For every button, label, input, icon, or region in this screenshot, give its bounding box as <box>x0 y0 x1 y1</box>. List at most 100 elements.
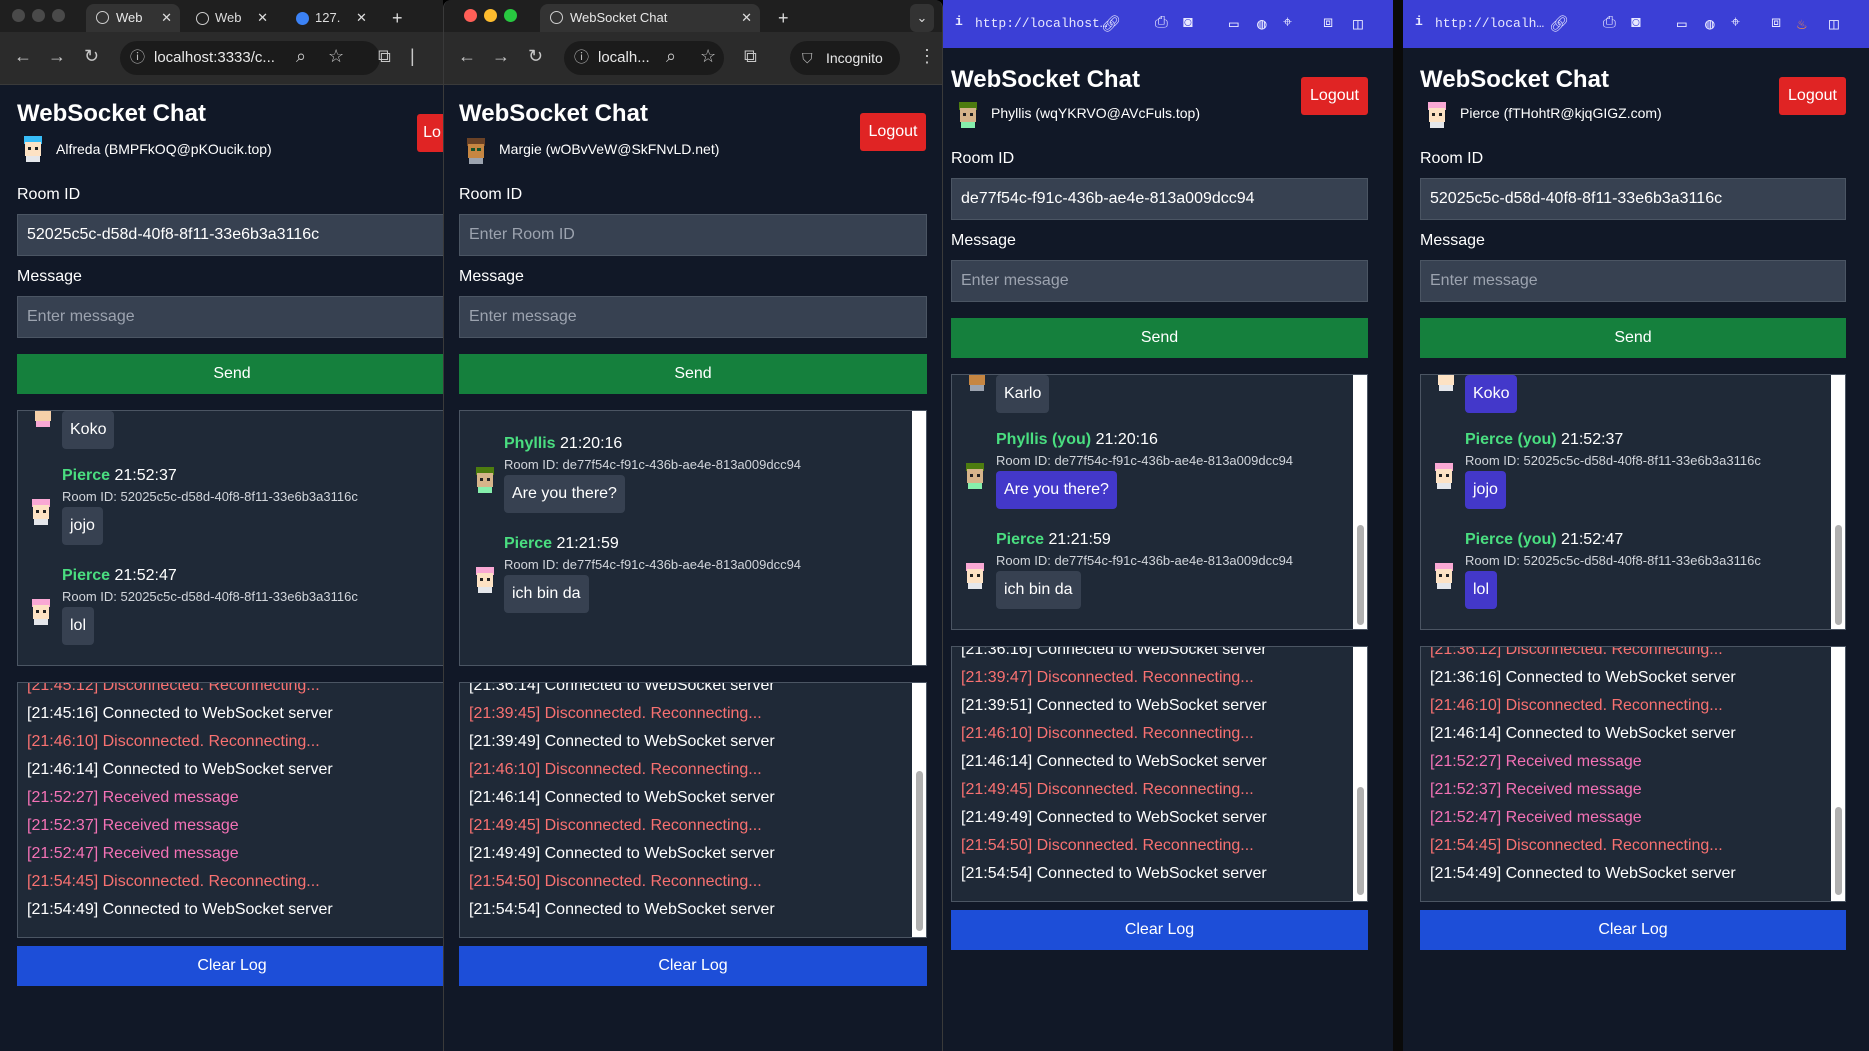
log-entry: [21:39:47] Disconnected. Reconnecting... <box>961 669 1254 686</box>
tab-localhost[interactable]: 127. ✕ <box>296 4 367 32</box>
messages-panel[interactable]: Koko Pierce 21:52:37 Room ID: 52025c5c-d… <box>17 410 443 666</box>
extension-icon[interactable]: ⧈ <box>1771 14 1781 32</box>
flame-icon[interactable]: ♨ <box>1797 14 1807 34</box>
scrollbar-thumb[interactable] <box>1357 787 1364 895</box>
zoom-icon[interactable]: ⌕ <box>666 46 676 67</box>
scrollbar[interactable] <box>912 411 926 665</box>
globe-icon[interactable]: ◍ <box>1257 14 1267 34</box>
room-id-input[interactable]: 52025c5c-d58d-40f8-8f11-33e6b3a3116c <box>17 214 443 256</box>
window-close-dot[interactable] <box>464 9 477 22</box>
download-icon[interactable]: ⎙ <box>1155 14 1168 32</box>
log-panel[interactable]: [21:45:12] Disconnected. Reconnecting...… <box>17 682 443 938</box>
camera-icon[interactable]: ◙ <box>1183 14 1193 32</box>
back-icon[interactable]: ← <box>458 46 476 67</box>
reload-icon[interactable]: ↻ <box>528 46 543 67</box>
bookmark-star-icon[interactable]: ☆ <box>328 46 344 67</box>
terminal-icon[interactable]: ▭ <box>1229 14 1239 34</box>
logout-button[interactable]: Logout <box>1779 77 1846 115</box>
zoom-icon[interactable]: ⌕ <box>296 46 306 67</box>
user-info: Alfreda (BMPFkOQ@pKOucik.top) <box>56 141 272 157</box>
log-entry: [21:36:14] Connected to WebSocket server <box>469 682 775 694</box>
send-button[interactable]: Send <box>17 354 443 394</box>
tab-websocket-2[interactable]: Web ✕ <box>196 4 268 32</box>
close-tab-icon[interactable]: ✕ <box>741 4 752 32</box>
send-button[interactable]: Send <box>951 318 1368 358</box>
window-close-dot[interactable] <box>12 9 25 22</box>
message-input[interactable]: Enter message <box>459 296 927 338</box>
sidebar-icon[interactable]: ◫ <box>1353 14 1363 34</box>
tab-search-icon[interactable]: ⌄ <box>910 4 934 32</box>
window-minimize-dot[interactable] <box>32 9 45 22</box>
send-button[interactable]: Send <box>1420 318 1846 358</box>
scrollbar-thumb[interactable] <box>1835 525 1842 625</box>
url-text[interactable]: http://localh… <box>1435 16 1544 31</box>
crosshair-icon[interactable]: ⌖ <box>1731 14 1740 32</box>
extensions-icon[interactable]: ⧉ <box>378 46 391 67</box>
link-icon[interactable]: 🔗︎ <box>1101 14 1121 34</box>
extension-icon[interactable]: ⧈ <box>1323 14 1333 32</box>
messages-panel[interactable]: Phyllis 21:20:16 Room ID: de77f54c-f91c-… <box>459 410 927 666</box>
scrollbar[interactable] <box>912 683 926 937</box>
close-tab-icon[interactable]: ✕ <box>161 4 172 32</box>
scrollbar-thumb[interactable] <box>1357 525 1364 625</box>
scrollbar[interactable] <box>1353 375 1367 629</box>
message-bubble: ich bin da <box>504 575 589 613</box>
clear-log-button[interactable]: Clear Log <box>459 946 927 986</box>
message-input[interactable]: Enter message <box>17 296 443 338</box>
close-tab-icon[interactable]: ✕ <box>356 10 367 25</box>
messages-panel[interactable]: Karlo Phyllis (you) 21:20:16 Room ID: de… <box>951 374 1368 630</box>
message-input[interactable]: Enter message <box>951 260 1368 302</box>
crosshair-icon[interactable]: ⌖ <box>1283 14 1292 32</box>
scrollbar-thumb[interactable] <box>916 771 923 931</box>
room-id-input[interactable]: de77f54c-f91c-436b-ae4e-813a009dcc94 <box>951 178 1368 220</box>
info-icon[interactable]: i <box>955 14 963 29</box>
new-tab-icon[interactable]: + <box>778 4 789 32</box>
back-icon[interactable]: ← <box>14 46 32 67</box>
globe-icon[interactable]: ◍ <box>1705 14 1715 34</box>
clear-log-button[interactable]: Clear Log <box>17 946 443 986</box>
log-panel[interactable]: [21:36:14] Connected to WebSocket server… <box>459 682 927 938</box>
info-icon[interactable]: i <box>1415 14 1423 29</box>
menu-icon[interactable]: ⋮ <box>918 46 936 67</box>
reload-icon[interactable]: ↻ <box>84 46 99 67</box>
link-icon[interactable]: 🔗︎ <box>1549 14 1569 34</box>
incognito-badge[interactable]: ⛉ Incognito <box>790 41 900 75</box>
clear-log-button[interactable]: Clear Log <box>951 910 1368 950</box>
window-zoom-dot[interactable] <box>52 9 65 22</box>
logout-button[interactable]: Logout <box>1301 77 1368 115</box>
clear-log-button[interactable]: Clear Log <box>1420 910 1846 950</box>
tab-websocket-chat[interactable]: WebSocket Chat ✕ <box>540 4 760 32</box>
scrollbar[interactable] <box>1831 375 1845 629</box>
window-minimize-dot[interactable] <box>484 9 497 22</box>
scrollbar[interactable] <box>1831 647 1845 901</box>
logout-button[interactable]: Lo <box>417 114 443 152</box>
new-tab-icon[interactable]: + <box>392 4 403 32</box>
log-panel[interactable]: [21:36:16] Connected to WebSocket server… <box>951 646 1368 902</box>
terminal-icon[interactable]: ▭ <box>1677 14 1687 34</box>
sidebar-icon[interactable]: ◫ <box>1829 14 1839 34</box>
log-panel[interactable]: [21:36:12] Disconnected. Reconnecting...… <box>1420 646 1846 902</box>
bookmark-star-icon[interactable]: ☆ <box>700 46 716 67</box>
message-bubble: jojo <box>1465 471 1506 509</box>
logout-button[interactable]: Logout <box>860 113 926 151</box>
url-text[interactable]: http://localhost… <box>975 16 1108 31</box>
message-bubble: Koko <box>1465 375 1518 413</box>
forward-icon[interactable]: → <box>492 46 510 67</box>
room-id-input[interactable]: Enter Room ID <box>459 214 927 256</box>
window-zoom-dot[interactable] <box>504 9 517 22</box>
message-input[interactable]: Enter message <box>1420 260 1846 302</box>
send-button[interactable]: Send <box>459 354 927 394</box>
messages-panel[interactable]: Koko Pierce (you) 21:52:37 Room ID: 5202… <box>1420 374 1846 630</box>
scrollbar[interactable] <box>1353 647 1367 901</box>
room-id-input[interactable]: 52025c5c-d58d-40f8-8f11-33e6b3a3116c <box>1420 178 1846 220</box>
camera-icon[interactable]: ◙ <box>1631 14 1641 32</box>
download-icon[interactable]: ⎙ <box>1603 14 1616 32</box>
divider-icon: | <box>410 46 415 66</box>
sender-name: Pierce (you) <box>1465 431 1557 448</box>
extensions-icon[interactable]: ⧉ <box>744 46 757 67</box>
message-bubble: jojo <box>62 507 103 545</box>
forward-icon[interactable]: → <box>48 46 66 67</box>
scrollbar-thumb[interactable] <box>1835 807 1842 895</box>
close-tab-icon[interactable]: ✕ <box>257 10 268 25</box>
tab-websocket-1[interactable]: Web ✕ <box>86 4 180 32</box>
